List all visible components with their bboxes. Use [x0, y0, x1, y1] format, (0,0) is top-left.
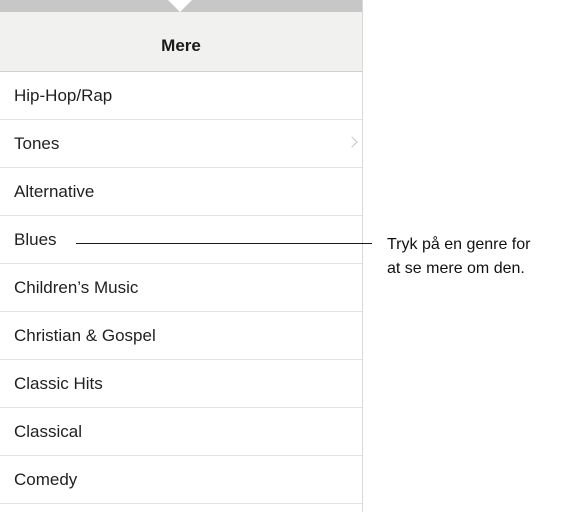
genre-row-blues[interactable]: Blues: [0, 216, 362, 264]
genre-row-tones[interactable]: Tones: [0, 120, 362, 168]
genre-label: Blues: [14, 230, 57, 249]
callout-line-1: Tryk på en genre for: [387, 236, 531, 253]
genre-label: Tones: [14, 134, 60, 153]
genre-label: Alternative: [14, 182, 95, 201]
genre-row-christian-gospel[interactable]: Christian & Gospel: [0, 312, 362, 360]
genre-label: Hip-Hop/Rap: [14, 86, 113, 105]
genre-row-classical[interactable]: Classical: [0, 408, 362, 456]
genre-row-childrens-music[interactable]: Children’s Music: [0, 264, 362, 312]
genre-popover: Mere Hip-Hop/Rap Tones Alternative Blues…: [0, 0, 363, 512]
genre-label: Classic Hits: [14, 374, 103, 393]
genre-row-alternative[interactable]: Alternative: [0, 168, 362, 216]
popover-arrow-icon: [168, 0, 192, 12]
genre-label: Children’s Music: [14, 278, 139, 297]
genre-label: Classical: [14, 422, 83, 441]
genre-label: Comedy: [14, 470, 78, 489]
popover-title: Mere: [161, 36, 201, 55]
callout-leader-line: [76, 243, 372, 244]
chevron-right-icon: [346, 136, 358, 148]
genre-label: Christian & Gospel: [14, 326, 156, 345]
popover-header: Mere: [0, 0, 362, 72]
callout-line-2: at se mere om den.: [387, 260, 525, 277]
genre-list: Hip-Hop/Rap Tones Alternative Blues Chil…: [0, 72, 362, 504]
genre-row-classic-hits[interactable]: Classic Hits: [0, 360, 362, 408]
genre-row-comedy[interactable]: Comedy: [0, 456, 362, 504]
genre-row-hip-hop-rap[interactable]: Hip-Hop/Rap: [0, 72, 362, 120]
callout-annotation: Tryk på en genre for at se mere om den.: [387, 233, 530, 281]
